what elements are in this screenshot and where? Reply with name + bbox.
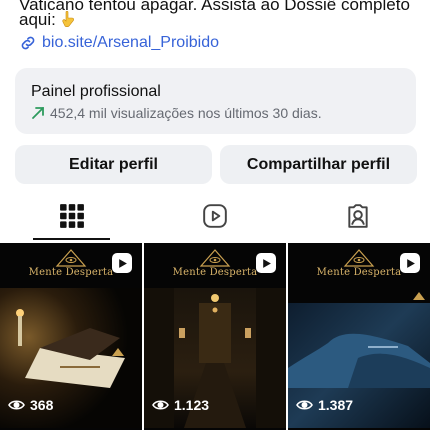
bio-link-text: bio.site/Arsenal_Proibido	[42, 34, 219, 51]
bio-text-line-2: aqui:	[19, 9, 419, 30]
view-count-text: 1.123	[174, 397, 210, 413]
bio-link[interactable]: bio.site/Arsenal_Proibido	[19, 32, 219, 54]
posts-grid: Mente Desperta 368 Mente Desperta 1.123 …	[0, 243, 430, 430]
reel-indicator-icon	[400, 253, 420, 273]
edit-profile-button[interactable]: Editar perfil	[15, 145, 212, 184]
eye-icon	[8, 400, 25, 410]
dashboard-stats-text: 452,4 mil visualizações nos últimos 30 d…	[50, 105, 322, 121]
grid-icon	[59, 204, 84, 228]
eye-icon	[296, 400, 313, 410]
professional-dashboard-card[interactable]: Painel profissional 452,4 mil visualizaç…	[15, 68, 416, 134]
eye-pyramid-icon	[343, 249, 375, 267]
dashboard-stats-row: 452,4 mil visualizações nos últimos 30 d…	[31, 105, 400, 121]
view-count-text: 368	[30, 397, 54, 413]
eye-icon	[152, 400, 169, 410]
tab-posts-grid[interactable]	[0, 192, 143, 240]
view-count-text: 1.387	[318, 397, 354, 413]
pointing-down-hand-icon	[62, 11, 74, 27]
active-tab-indicator	[33, 238, 110, 240]
tagged-person-icon	[347, 204, 368, 228]
tab-tagged[interactable]	[286, 192, 429, 240]
reel-indicator-icon	[112, 253, 132, 273]
profile-tabs	[0, 192, 430, 240]
eye-pyramid-icon	[55, 249, 87, 267]
share-profile-button[interactable]: Compartilhar perfil	[220, 145, 417, 184]
trending-up-arrow-icon	[32, 107, 44, 119]
link-icon	[21, 36, 35, 50]
post-thumbnail[interactable]: Mente Desperta 1.123	[144, 243, 286, 430]
post-view-count: 1.387	[296, 397, 353, 413]
reel-indicator-icon	[256, 253, 276, 273]
post-thumbnail[interactable]: Mente Desperta 1.387	[288, 243, 430, 430]
bio-text-line-2-text: aqui:	[19, 10, 56, 29]
post-view-count: 368	[8, 397, 53, 413]
post-view-count: 1.123	[152, 397, 209, 413]
tab-reels[interactable]	[143, 192, 286, 240]
reels-icon	[202, 204, 227, 228]
eye-pyramid-icon	[199, 249, 231, 267]
post-thumbnail[interactable]: Mente Desperta 368	[0, 243, 142, 430]
dashboard-title: Painel profissional	[31, 83, 161, 100]
